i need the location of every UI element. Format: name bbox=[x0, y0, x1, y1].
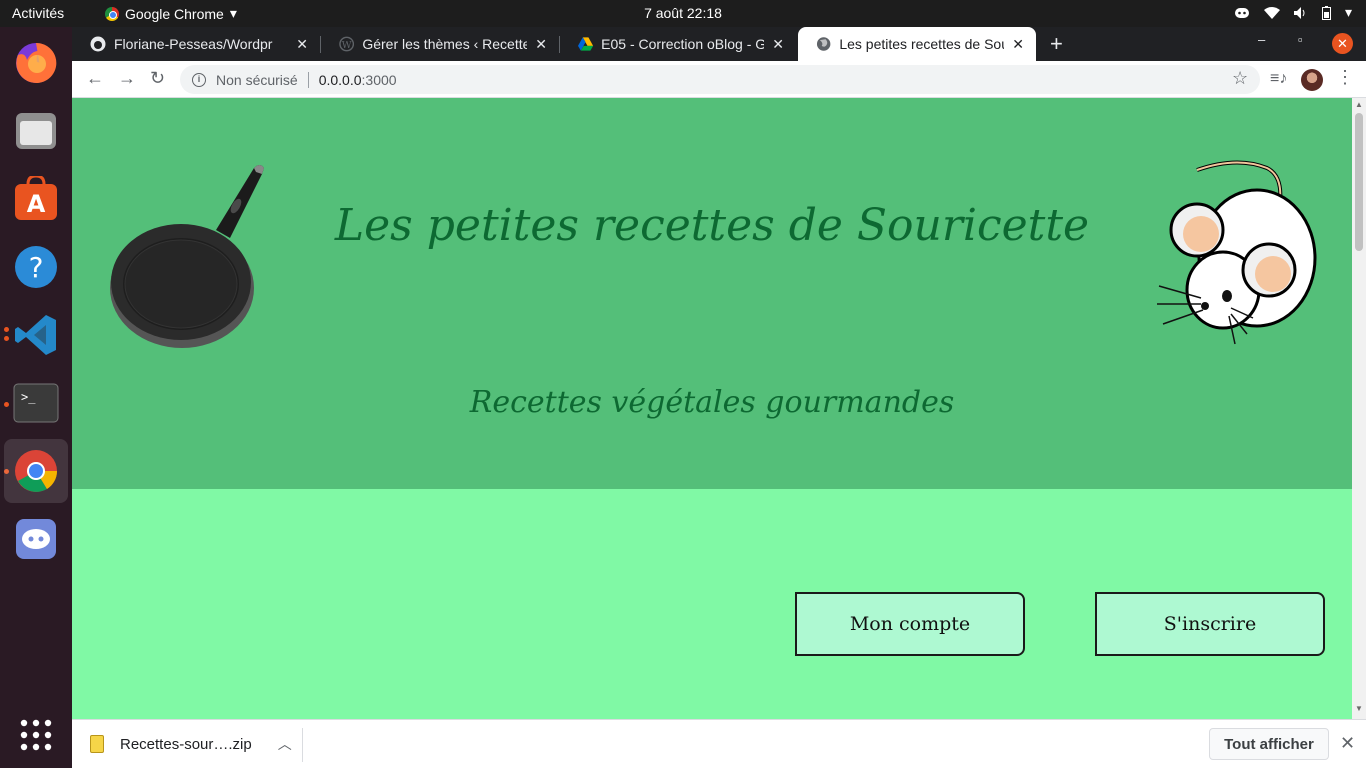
bookmark-star-icon[interactable]: ☆ bbox=[1232, 68, 1248, 89]
account-button[interactable]: Mon compte bbox=[795, 592, 1025, 656]
app-grid-icon bbox=[20, 719, 52, 751]
tab-wordpress[interactable]: W Gérer les thèmes ‹ Recette ✕ bbox=[321, 27, 559, 61]
tab-title: Les petites recettes de Sou bbox=[839, 36, 1005, 52]
download-separator bbox=[302, 728, 303, 762]
software-icon: A bbox=[15, 176, 57, 220]
clock[interactable]: 7 août 22:18 bbox=[0, 5, 1366, 21]
forward-button[interactable]: → bbox=[118, 68, 136, 89]
window-close-button[interactable]: ✕ bbox=[1332, 33, 1353, 54]
help-icon: ? bbox=[15, 246, 57, 288]
info-icon[interactable]: i bbox=[192, 72, 206, 87]
software-launcher[interactable]: A bbox=[10, 173, 62, 225]
tab-title: Floriane-Pesseas/Wordpr bbox=[114, 36, 273, 52]
terminal-icon: >_ bbox=[13, 383, 59, 423]
drive-icon bbox=[578, 37, 594, 51]
help-launcher[interactable]: ? bbox=[10, 241, 62, 293]
running-indicator bbox=[4, 327, 9, 332]
svg-text:>_: >_ bbox=[21, 390, 36, 404]
mouse-mascot-image bbox=[1157, 160, 1317, 345]
tab-github[interactable]: Floriane-Pesseas/Wordpr ✕ bbox=[72, 27, 320, 61]
close-tab-icon[interactable]: ✕ bbox=[1012, 36, 1024, 53]
firefox-launcher[interactable] bbox=[10, 37, 62, 89]
reload-button[interactable]: ↻ bbox=[150, 68, 165, 89]
url-host: 0.0.0.0 bbox=[318, 71, 362, 88]
show-apps-button[interactable] bbox=[10, 709, 62, 761]
profile-avatar[interactable] bbox=[1301, 69, 1323, 91]
scrollbar-thumb[interactable] bbox=[1355, 113, 1363, 251]
minimize-button[interactable]: – bbox=[1258, 32, 1265, 47]
volume-icon[interactable] bbox=[1293, 6, 1308, 19]
discord-tray-icon[interactable] bbox=[1234, 7, 1250, 19]
dock: A ? >_ bbox=[0, 27, 72, 768]
firefox-icon bbox=[16, 42, 57, 83]
vscode-launcher[interactable] bbox=[10, 309, 62, 361]
svg-text:W: W bbox=[342, 40, 352, 51]
svg-text:?: ? bbox=[29, 251, 44, 284]
url-port: :3000 bbox=[361, 71, 397, 88]
maximize-button[interactable]: ▫ bbox=[1298, 32, 1303, 47]
close-tab-icon[interactable]: ✕ bbox=[296, 36, 308, 53]
tab-strip: Floriane-Pesseas/Wordpr ✕ W Gérer les th… bbox=[72, 27, 1366, 61]
terminal-launcher[interactable]: >_ bbox=[10, 377, 62, 429]
system-tray[interactable]: ▾ bbox=[1234, 4, 1352, 21]
downloads-bar: Recettes-sour….zip ︿ Tout afficher ✕ bbox=[72, 719, 1366, 768]
new-tab-button[interactable]: + bbox=[1050, 31, 1063, 57]
site-tagline: Recettes végétales gourmandes bbox=[469, 385, 955, 420]
github-icon bbox=[90, 36, 106, 52]
download-filename: Recettes-sour….zip bbox=[120, 735, 252, 753]
svg-text:A: A bbox=[27, 190, 46, 218]
show-all-button[interactable]: Tout afficher bbox=[1209, 728, 1329, 760]
running-indicator bbox=[4, 336, 9, 341]
tab-title: Gérer les thèmes ‹ Recette bbox=[362, 36, 528, 52]
wordpress-icon: W bbox=[339, 36, 355, 52]
globe-icon bbox=[816, 37, 831, 51]
tab-recettes[interactable]: Les petites recettes de Sou ✕ bbox=[798, 27, 1036, 61]
back-button[interactable]: ← bbox=[86, 68, 104, 89]
frying-pan-image bbox=[110, 165, 264, 348]
chrome-launcher[interactable] bbox=[4, 439, 68, 503]
system-top-bar: Activités Google Chrome ▾ 7 août 22:18 ▾ bbox=[0, 0, 1366, 27]
address-bar[interactable]: i Non sécurisé 0.0.0.0:3000 bbox=[180, 65, 1260, 94]
download-item[interactable]: Recettes-sour….zip ︿ bbox=[90, 734, 292, 754]
security-label: Non sécurisé bbox=[216, 71, 298, 88]
scroll-down-icon[interactable]: ▼ bbox=[1355, 704, 1363, 713]
close-downloads-icon[interactable]: ✕ bbox=[1340, 733, 1355, 754]
vscode-icon bbox=[15, 315, 56, 355]
chrome-icon bbox=[15, 450, 58, 492]
web-page: Les petites recettes de Souricette Recet… bbox=[72, 98, 1352, 719]
scroll-up-icon[interactable]: ▲ bbox=[1355, 100, 1363, 109]
tab-drive[interactable]: E05 - Correction oBlog - Go ✕ bbox=[560, 27, 796, 61]
files-icon bbox=[16, 113, 56, 149]
zip-file-icon bbox=[90, 735, 104, 753]
wifi-icon[interactable] bbox=[1263, 6, 1280, 19]
site-header: Les petites recettes de Souricette Recet… bbox=[72, 98, 1352, 489]
discord-launcher[interactable] bbox=[10, 513, 62, 565]
chrome-menu-icon[interactable]: ⋮ bbox=[1336, 67, 1354, 88]
chevron-up-icon[interactable]: ︿ bbox=[278, 734, 292, 754]
files-launcher[interactable] bbox=[10, 105, 62, 157]
running-indicator bbox=[4, 402, 9, 407]
tab-title: E05 - Correction oBlog - Go bbox=[601, 36, 765, 52]
close-tab-icon[interactable]: ✕ bbox=[772, 36, 784, 53]
page-scrollbar[interactable]: ▲ ▼ bbox=[1352, 98, 1366, 719]
media-control-icon[interactable]: ≡♪ bbox=[1270, 70, 1287, 88]
address-divider bbox=[307, 71, 309, 88]
browser-toolbar: ← → ↻ i Non sécurisé 0.0.0.0:3000 ☆ ≡♪ ⋮ bbox=[72, 61, 1366, 98]
battery-icon[interactable] bbox=[1321, 5, 1331, 20]
signup-button[interactable]: S'inscrire bbox=[1095, 592, 1325, 656]
close-tab-icon[interactable]: ✕ bbox=[535, 36, 547, 53]
power-menu-icon[interactable]: ▾ bbox=[1345, 4, 1352, 21]
discord-icon bbox=[16, 519, 56, 559]
